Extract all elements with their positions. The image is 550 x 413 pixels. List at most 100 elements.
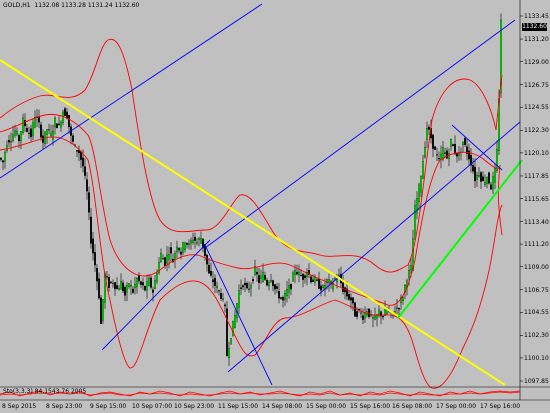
candle-body bbox=[330, 281, 332, 283]
candle-body bbox=[98, 278, 100, 299]
candle-body bbox=[338, 274, 340, 276]
candle-body bbox=[268, 282, 270, 287]
candle-body bbox=[110, 281, 112, 283]
candle-body bbox=[468, 150, 470, 160]
candle-body bbox=[242, 285, 244, 288]
candle-body bbox=[304, 275, 306, 279]
candle-body bbox=[240, 287, 242, 289]
candle-body bbox=[408, 270, 410, 278]
candle-body bbox=[76, 150, 78, 152]
price-tick-label: 1129.00 bbox=[524, 58, 549, 66]
candle-body bbox=[294, 270, 296, 275]
candle-body bbox=[422, 161, 424, 179]
candle-body bbox=[314, 277, 316, 283]
candle-body bbox=[32, 122, 34, 137]
candle-body bbox=[138, 275, 140, 282]
candle-body bbox=[222, 298, 224, 300]
candle-body bbox=[170, 247, 172, 254]
candle-body bbox=[22, 117, 24, 133]
candle-body bbox=[398, 308, 400, 310]
price-tick-label: 1124.55 bbox=[524, 104, 549, 112]
candle-body bbox=[198, 238, 200, 240]
candle-body bbox=[478, 175, 480, 177]
price-tick-label: 1126.75 bbox=[524, 81, 549, 89]
price-tick-label: 1097.85 bbox=[524, 378, 549, 385]
candle-body bbox=[156, 273, 158, 282]
candle-body bbox=[182, 242, 184, 253]
candle-body bbox=[152, 289, 154, 293]
time-tick-label: 17 Sep 16:00 bbox=[480, 403, 521, 410]
candle-body bbox=[462, 141, 464, 145]
time-tick-label: 15 Sep 00:00 bbox=[306, 403, 347, 410]
candle-body bbox=[360, 312, 362, 314]
candle-body bbox=[260, 275, 262, 279]
candle-body bbox=[78, 150, 80, 154]
candle-body bbox=[452, 144, 454, 147]
price-tick-label: 1102.30 bbox=[524, 332, 549, 340]
candle-body bbox=[28, 132, 30, 134]
candle-body bbox=[162, 258, 164, 260]
candle-body bbox=[428, 126, 430, 130]
candle-body bbox=[218, 290, 220, 292]
price-tick-label: 1104.55 bbox=[524, 309, 549, 317]
candle-body bbox=[72, 135, 74, 142]
candle-body bbox=[102, 299, 104, 321]
candle-body bbox=[130, 285, 132, 287]
candle-body bbox=[224, 304, 226, 307]
candle-body bbox=[310, 276, 312, 283]
time-tick-label: 16 Sep 08:00 bbox=[392, 403, 433, 410]
candle-body bbox=[46, 129, 48, 135]
candle-body bbox=[486, 177, 488, 184]
candle-body bbox=[6, 144, 8, 151]
candle-body bbox=[402, 297, 404, 302]
candle-body bbox=[458, 153, 460, 156]
candle-body bbox=[266, 279, 268, 286]
price-tick-label: 1111.20 bbox=[524, 241, 549, 249]
candle-body bbox=[342, 282, 344, 292]
candle-body bbox=[456, 153, 458, 157]
candle-body bbox=[488, 172, 490, 184]
candle-body bbox=[88, 192, 90, 213]
candle-body bbox=[52, 130, 54, 140]
candle-body bbox=[272, 280, 274, 287]
candle-body bbox=[374, 315, 376, 320]
candle-body bbox=[454, 143, 456, 155]
candle-body bbox=[142, 282, 144, 286]
candle-body bbox=[206, 254, 208, 265]
candle-body bbox=[230, 338, 232, 344]
current-price-tag: 1132.60 bbox=[522, 23, 547, 31]
candle-body bbox=[90, 216, 92, 244]
candle-body bbox=[368, 308, 370, 317]
candle-body bbox=[164, 257, 166, 267]
candle-body bbox=[128, 283, 130, 287]
candle-body bbox=[210, 270, 212, 276]
candle-body bbox=[238, 290, 240, 308]
candle-body bbox=[302, 273, 304, 280]
candle-body bbox=[122, 282, 124, 292]
candle-body bbox=[450, 138, 452, 147]
candle-body bbox=[436, 154, 438, 156]
candle-body bbox=[56, 123, 58, 129]
candle-body bbox=[188, 243, 190, 245]
candle-body bbox=[464, 138, 466, 145]
candle-body bbox=[484, 182, 486, 185]
candle-body bbox=[38, 116, 40, 123]
candle-body bbox=[378, 309, 380, 315]
candle-body bbox=[180, 251, 182, 255]
stochastic-label: Sto(3,3,3) 84.1543 76.2005 bbox=[3, 388, 87, 395]
price-chart[interactable] bbox=[0, 0, 550, 413]
candle-body bbox=[296, 271, 298, 275]
candle-body bbox=[166, 254, 168, 264]
candle-body bbox=[136, 278, 138, 288]
candle-body bbox=[132, 288, 134, 293]
candle-body bbox=[126, 285, 128, 293]
symbol-timeframe: GOLD,H1 bbox=[3, 2, 31, 9]
time-tick-label: 17 Sep 00:00 bbox=[436, 403, 477, 410]
candle-body bbox=[168, 254, 170, 260]
candle-body bbox=[228, 348, 230, 359]
candle-body bbox=[286, 289, 288, 296]
candle-body bbox=[264, 274, 266, 280]
candle-body bbox=[4, 152, 6, 162]
candle-body bbox=[424, 147, 426, 158]
candle-body bbox=[100, 297, 102, 325]
